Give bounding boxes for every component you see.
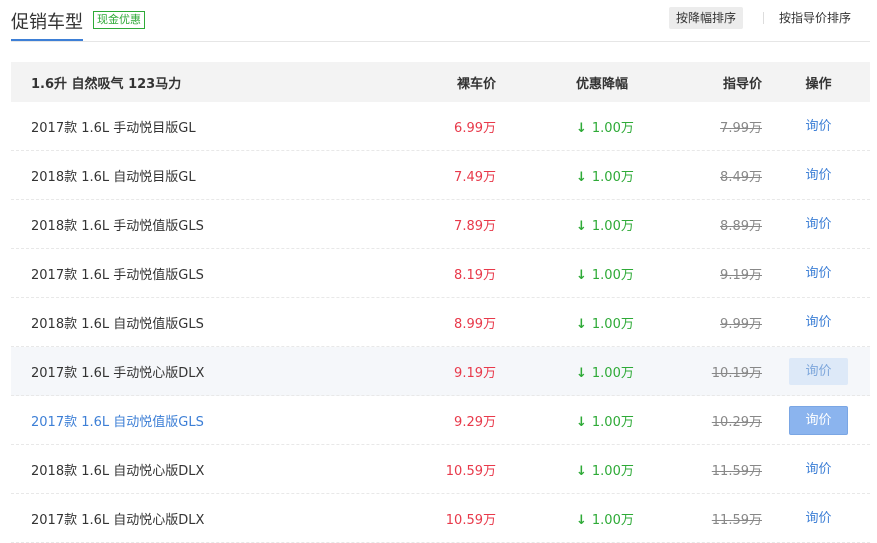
sort-by-discount-button[interactable]: 按降幅排序 [669, 7, 744, 29]
discount-amount: 1.00万 [591, 218, 634, 234]
down-arrow-icon: ↓ [576, 218, 587, 234]
car-model-name[interactable]: 2017款 1.6L 自动悦心版DLX [31, 509, 204, 528]
discount-amount: 1.00万 [591, 365, 634, 381]
promotion-table: 1.6升 自然吸气 123马力 裸车价 优惠降幅 指导价 操作 2017款 1.… [11, 62, 870, 543]
down-arrow-icon: ↓ [576, 512, 587, 528]
guide-price: 10.29万 [711, 414, 762, 430]
inquire-price-button[interactable]: 询价 [789, 309, 848, 336]
column-header-discount: 优惠降幅 [576, 76, 629, 92]
table-row[interactable]: 2018款 1.6L 自动悦值版GLS 8.99万 ↓ 1.00万 9.99万 询价 [11, 298, 870, 347]
table-header: 1.6升 自然吸气 123马力 裸车价 优惠降幅 指导价 操作 [11, 62, 870, 102]
table-row[interactable]: 2018款 1.6L 手动悦值版GLS 7.89万 ↓ 1.00万 8.89万 询价 [11, 200, 870, 249]
guide-price: 7.99万 [720, 120, 762, 136]
discount-amount: 1.00万 [591, 512, 634, 528]
car-model-name[interactable]: 2018款 1.6L 自动悦值版GLS [31, 313, 204, 332]
column-header-guide-price: 指导价 [722, 76, 762, 92]
discount-amount: 1.00万 [591, 316, 634, 332]
down-arrow-icon: ↓ [576, 316, 587, 332]
discount-amount-cell: ↓ 1.00万 [576, 411, 634, 430]
car-model-name[interactable]: 2017款 1.6L 手动悦值版GLS [31, 264, 204, 283]
cash-discount-badge: 现金优惠 [93, 11, 145, 29]
down-arrow-icon: ↓ [576, 169, 587, 185]
bare-car-price: 7.49万 [454, 169, 496, 185]
column-header-action: 操作 [805, 76, 832, 92]
discount-amount-cell: ↓ 1.00万 [576, 460, 634, 479]
table-body: 2017款 1.6L 手动悦目版GL 6.99万 ↓ 1.00万 7.99万 询价 2018… [11, 102, 870, 543]
table-row[interactable]: 2018款 1.6L 自动悦目版GL 7.49万 ↓ 1.00万 8.49万 询价 [11, 151, 870, 200]
car-model-name[interactable]: 2018款 1.6L 手动悦值版GLS [31, 215, 204, 234]
discount-amount-cell: ↓ 1.00万 [576, 117, 634, 136]
inquire-price-button[interactable]: 询价 [789, 113, 848, 140]
bare-car-price: 9.19万 [454, 365, 496, 381]
discount-amount-cell: ↓ 1.00万 [576, 264, 634, 283]
bare-car-price: 8.19万 [454, 267, 496, 283]
table-row[interactable]: 2017款 1.6L 手动悦值版GLS 8.19万 ↓ 1.00万 9.19万 询价 [11, 249, 870, 298]
discount-amount: 1.00万 [591, 414, 634, 430]
down-arrow-icon: ↓ [576, 267, 587, 283]
discount-amount-cell: ↓ 1.00万 [576, 313, 634, 332]
inquire-price-button[interactable]: 询价 [789, 211, 848, 238]
discount-amount-cell: ↓ 1.00万 [576, 166, 634, 185]
down-arrow-icon: ↓ [576, 365, 587, 381]
inquire-price-button[interactable]: 询价 [789, 260, 848, 287]
guide-price: 11.59万 [711, 512, 762, 528]
car-model-name[interactable]: 2017款 1.6L 自动悦值版GLS [31, 411, 204, 430]
table-row[interactable]: 2017款 1.6L 自动悦值版GLS 9.29万 ↓ 1.00万 10.29万 询价 [11, 396, 870, 445]
table-row[interactable]: 2017款 1.6L 自动悦心版DLX 10.59万 ↓ 1.00万 11.59万 询价 [11, 494, 870, 543]
discount-amount-cell: ↓ 1.00万 [576, 509, 634, 528]
header-divider [11, 41, 870, 42]
guide-price: 8.49万 [720, 169, 762, 185]
section-title: 促销车型 [11, 12, 83, 33]
guide-price: 10.19万 [711, 365, 762, 381]
guide-price: 11.59万 [711, 463, 762, 479]
discount-amount-cell: ↓ 1.00万 [576, 215, 634, 234]
discount-amount: 1.00万 [591, 267, 634, 283]
car-model-name[interactable]: 2018款 1.6L 自动悦目版GL [31, 166, 196, 185]
sort-by-guide-price-button[interactable]: 按指导价排序 [772, 7, 858, 29]
table-row[interactable]: 2018款 1.6L 自动悦心版DLX 10.59万 ↓ 1.00万 11.59万 询价 [11, 445, 870, 494]
bare-car-price: 7.89万 [454, 218, 496, 234]
discount-amount: 1.00万 [591, 120, 634, 136]
column-header-price: 裸车价 [456, 76, 496, 92]
down-arrow-icon: ↓ [576, 120, 587, 136]
inquire-price-button[interactable]: 询价 [789, 505, 848, 532]
bare-car-price: 6.99万 [454, 120, 496, 136]
inquire-price-button[interactable]: 询价 [789, 357, 848, 385]
bare-car-price: 10.59万 [445, 463, 496, 479]
bare-car-price: 9.29万 [454, 414, 496, 430]
car-model-name[interactable]: 2017款 1.6L 手动悦目版GL [31, 117, 196, 136]
car-model-name[interactable]: 2018款 1.6L 自动悦心版DLX [31, 460, 204, 479]
guide-price: 9.19万 [720, 267, 762, 283]
down-arrow-icon: ↓ [576, 414, 587, 430]
inquire-price-button[interactable]: 询价 [789, 456, 848, 483]
inquire-price-button[interactable]: 询价 [789, 405, 848, 435]
guide-price: 9.99万 [720, 316, 762, 332]
bare-car-price: 10.59万 [445, 512, 496, 528]
bare-car-price: 8.99万 [454, 316, 496, 332]
section-header: 促销车型 现金优惠 按降幅排序 按指导价排序 [0, 0, 877, 42]
discount-amount: 1.00万 [591, 169, 634, 185]
car-model-name[interactable]: 2017款 1.6L 手动悦心版DLX [31, 362, 204, 381]
down-arrow-icon: ↓ [576, 463, 587, 479]
discount-amount: 1.00万 [591, 463, 634, 479]
table-row[interactable]: 2017款 1.6L 手动悦目版GL 6.99万 ↓ 1.00万 7.99万 询价 [11, 102, 870, 151]
discount-amount-cell: ↓ 1.00万 [576, 362, 634, 381]
engine-group-label: 1.6升 自然吸气 123马力 [31, 76, 182, 92]
table-row[interactable]: 2017款 1.6L 手动悦心版DLX 9.19万 ↓ 1.00万 10.19万 询价 [11, 347, 870, 396]
sort-divider [763, 12, 764, 24]
guide-price: 8.89万 [720, 218, 762, 234]
inquire-price-button[interactable]: 询价 [789, 162, 848, 189]
